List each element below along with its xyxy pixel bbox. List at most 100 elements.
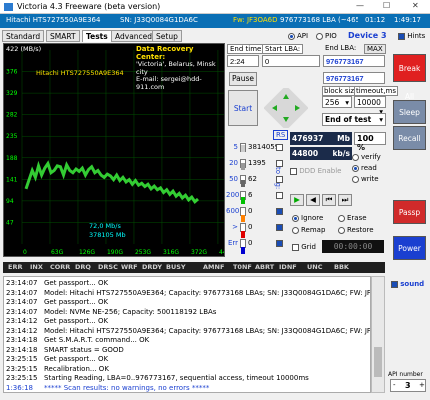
break-all-button[interactable]: Break All xyxy=(393,54,426,101)
max-button[interactable]: MAX xyxy=(364,44,386,54)
remap-radio[interactable]: Remap xyxy=(292,226,325,234)
chevron-down-icon: ▾ xyxy=(345,98,349,107)
latency-ms: Err xyxy=(227,239,238,247)
pio-radio[interactable]: PIO xyxy=(316,32,337,40)
skip-back-button[interactable]: ⏮ xyxy=(322,194,336,206)
log-line: 1:36:18 ***** Scan results: no warnings, … xyxy=(6,384,209,392)
minimize-button[interactable]: — xyxy=(356,1,364,10)
write-radio[interactable]: write xyxy=(352,175,379,183)
log-line: 23:14:07 Model: NVMe NE-256; Capacity: 50… xyxy=(6,308,216,316)
drive-serial: SN: J33Q0084G1DA6C xyxy=(120,16,198,24)
log-message: Model: Hitachi HTS727550A9E364; Capacity… xyxy=(44,326,371,335)
verify-label: verify xyxy=(361,153,381,161)
x-tick-label: 372G xyxy=(191,249,207,256)
timeout-label: timeout,ms xyxy=(354,86,398,96)
decrement-button[interactable]: - xyxy=(393,381,396,389)
end-lba-input[interactable] xyxy=(323,55,385,67)
close-button[interactable]: ✕ xyxy=(412,1,419,10)
test-mode-select[interactable]: End of test ▾ xyxy=(322,113,386,126)
scroll-thumb[interactable] xyxy=(374,347,382,377)
write-label: write xyxy=(361,175,379,183)
speed-trace xyxy=(24,160,199,204)
log-line: 23:14:12 Model: Hitachi HTS727550A9E364; … xyxy=(6,326,371,335)
grid-check-box xyxy=(292,243,299,251)
passp-button[interactable]: Passp xyxy=(393,200,426,224)
verify-radio[interactable]: verify xyxy=(352,153,381,161)
drive-firmware: Fw: JF3OA6D0 xyxy=(233,16,277,24)
sound-check-box xyxy=(391,280,398,288)
graph-speed-readout: 72,0 Mb/s xyxy=(89,222,121,230)
x-tick-label: 316G xyxy=(163,249,179,256)
sound-checkbox[interactable]: sound xyxy=(391,280,424,288)
block-size-select[interactable]: 256 ▾ xyxy=(322,96,352,108)
latency-count: 1395 xyxy=(248,159,266,167)
play-button[interactable]: ▶ xyxy=(290,194,304,206)
hints-checkbox[interactable]: Hints xyxy=(398,32,425,40)
restore-radio[interactable]: Restore xyxy=(338,226,374,234)
pause-button[interactable]: Pause xyxy=(229,72,257,86)
tab-standard[interactable]: Standard xyxy=(2,30,45,42)
graph-lba-readout: 378105 Mb xyxy=(89,231,126,239)
log-message: SMART status = GOOD xyxy=(44,345,124,354)
device-label: Device 3 xyxy=(348,31,387,40)
flag-drsc: DRSC xyxy=(98,263,118,271)
ignore-radio[interactable]: Ignore xyxy=(292,214,323,222)
log-line: 23:14:18 Get S.M.A.R.T. command... OK xyxy=(6,336,149,344)
skip-forward-button[interactable]: ⏭ xyxy=(338,194,352,206)
log-checkbox[interactable] xyxy=(276,208,283,215)
log-checkbox[interactable] xyxy=(276,160,283,167)
sound-label: sound xyxy=(400,280,425,288)
x-tick-label: 190G xyxy=(107,249,123,256)
start-button[interactable]: Start xyxy=(228,90,258,126)
grid-timer: 00:00:00 xyxy=(322,240,384,253)
test-mode-value: End of test xyxy=(325,115,372,124)
tab-advanced[interactable]: Advanced xyxy=(111,30,157,42)
api-radio[interactable]: API xyxy=(288,32,308,40)
log-checkbox[interactable] xyxy=(276,176,283,183)
start-lba-input[interactable] xyxy=(262,55,320,67)
y-tick-label: 376 xyxy=(6,69,18,76)
mb-readout: 476937 Mb xyxy=(290,132,352,145)
latency-count: 3814059 xyxy=(248,143,280,151)
y-tick-label: 188 xyxy=(6,155,18,162)
x-tick-label: 253G xyxy=(135,249,151,256)
maximize-button[interactable]: ☐ xyxy=(383,1,390,10)
tab-tests[interactable]: Tests xyxy=(82,30,112,42)
log-time: 23:14:12 xyxy=(6,326,38,335)
current-lba-input[interactable] xyxy=(323,72,385,84)
log-checkbox[interactable] xyxy=(276,144,283,151)
tab-setup[interactable]: Setup xyxy=(152,30,182,42)
log-message: Get passport... OK xyxy=(44,355,109,363)
log-checkbox[interactable] xyxy=(276,192,283,199)
log-checkbox[interactable] xyxy=(276,240,283,247)
flags-bar: ERR INX CORR DRQ DRSC WRF DRDY BUSY AMNF T0NF ABRT… xyxy=(3,262,385,273)
recall-button[interactable]: Recall xyxy=(393,126,426,150)
tab-bar: Standard SMART Tests Advanced Setup API … xyxy=(0,30,430,42)
log-checkbox[interactable] xyxy=(276,224,283,231)
erase-radio[interactable]: Erase xyxy=(338,214,367,222)
increment-button[interactable]: + xyxy=(419,381,425,389)
ddd-enable-checkbox[interactable]: DDD Enable xyxy=(290,167,341,175)
read-radio[interactable]: read xyxy=(352,164,377,172)
log-message: ***** Scan results: no warnings, no erro… xyxy=(44,383,210,392)
flag-idnf: IDNF xyxy=(279,263,297,271)
api-number-stepper[interactable]: - 3 + xyxy=(390,379,426,392)
latency-bar xyxy=(240,223,246,238)
flag-inx: INX xyxy=(30,263,43,271)
back-button[interactable]: ◀ xyxy=(306,194,320,206)
latency-bar xyxy=(240,175,246,188)
log-line: 23:14:07 Model: Hitachi HTS727550A9E364; … xyxy=(6,288,370,297)
power-button[interactable]: Power xyxy=(393,236,426,260)
log-time: 23:14:07 xyxy=(6,288,38,297)
log-scrollbar[interactable] xyxy=(371,276,385,393)
sleep-button[interactable]: Sleep xyxy=(393,100,426,124)
log-time: 23:14:07 xyxy=(6,279,38,287)
rs-button[interactable]: RS xyxy=(273,130,289,140)
tab-smart[interactable]: SMART xyxy=(46,30,80,42)
timeout-select[interactable]: 10000 ▾ xyxy=(354,96,386,116)
end-time-input[interactable] xyxy=(227,55,259,67)
log-line: 23:25:15 Get passport... OK xyxy=(6,355,108,363)
direction-pad[interactable] xyxy=(263,85,309,131)
flag-busy: BUSY xyxy=(166,263,186,271)
grid-checkbox[interactable]: Grid xyxy=(292,243,316,251)
